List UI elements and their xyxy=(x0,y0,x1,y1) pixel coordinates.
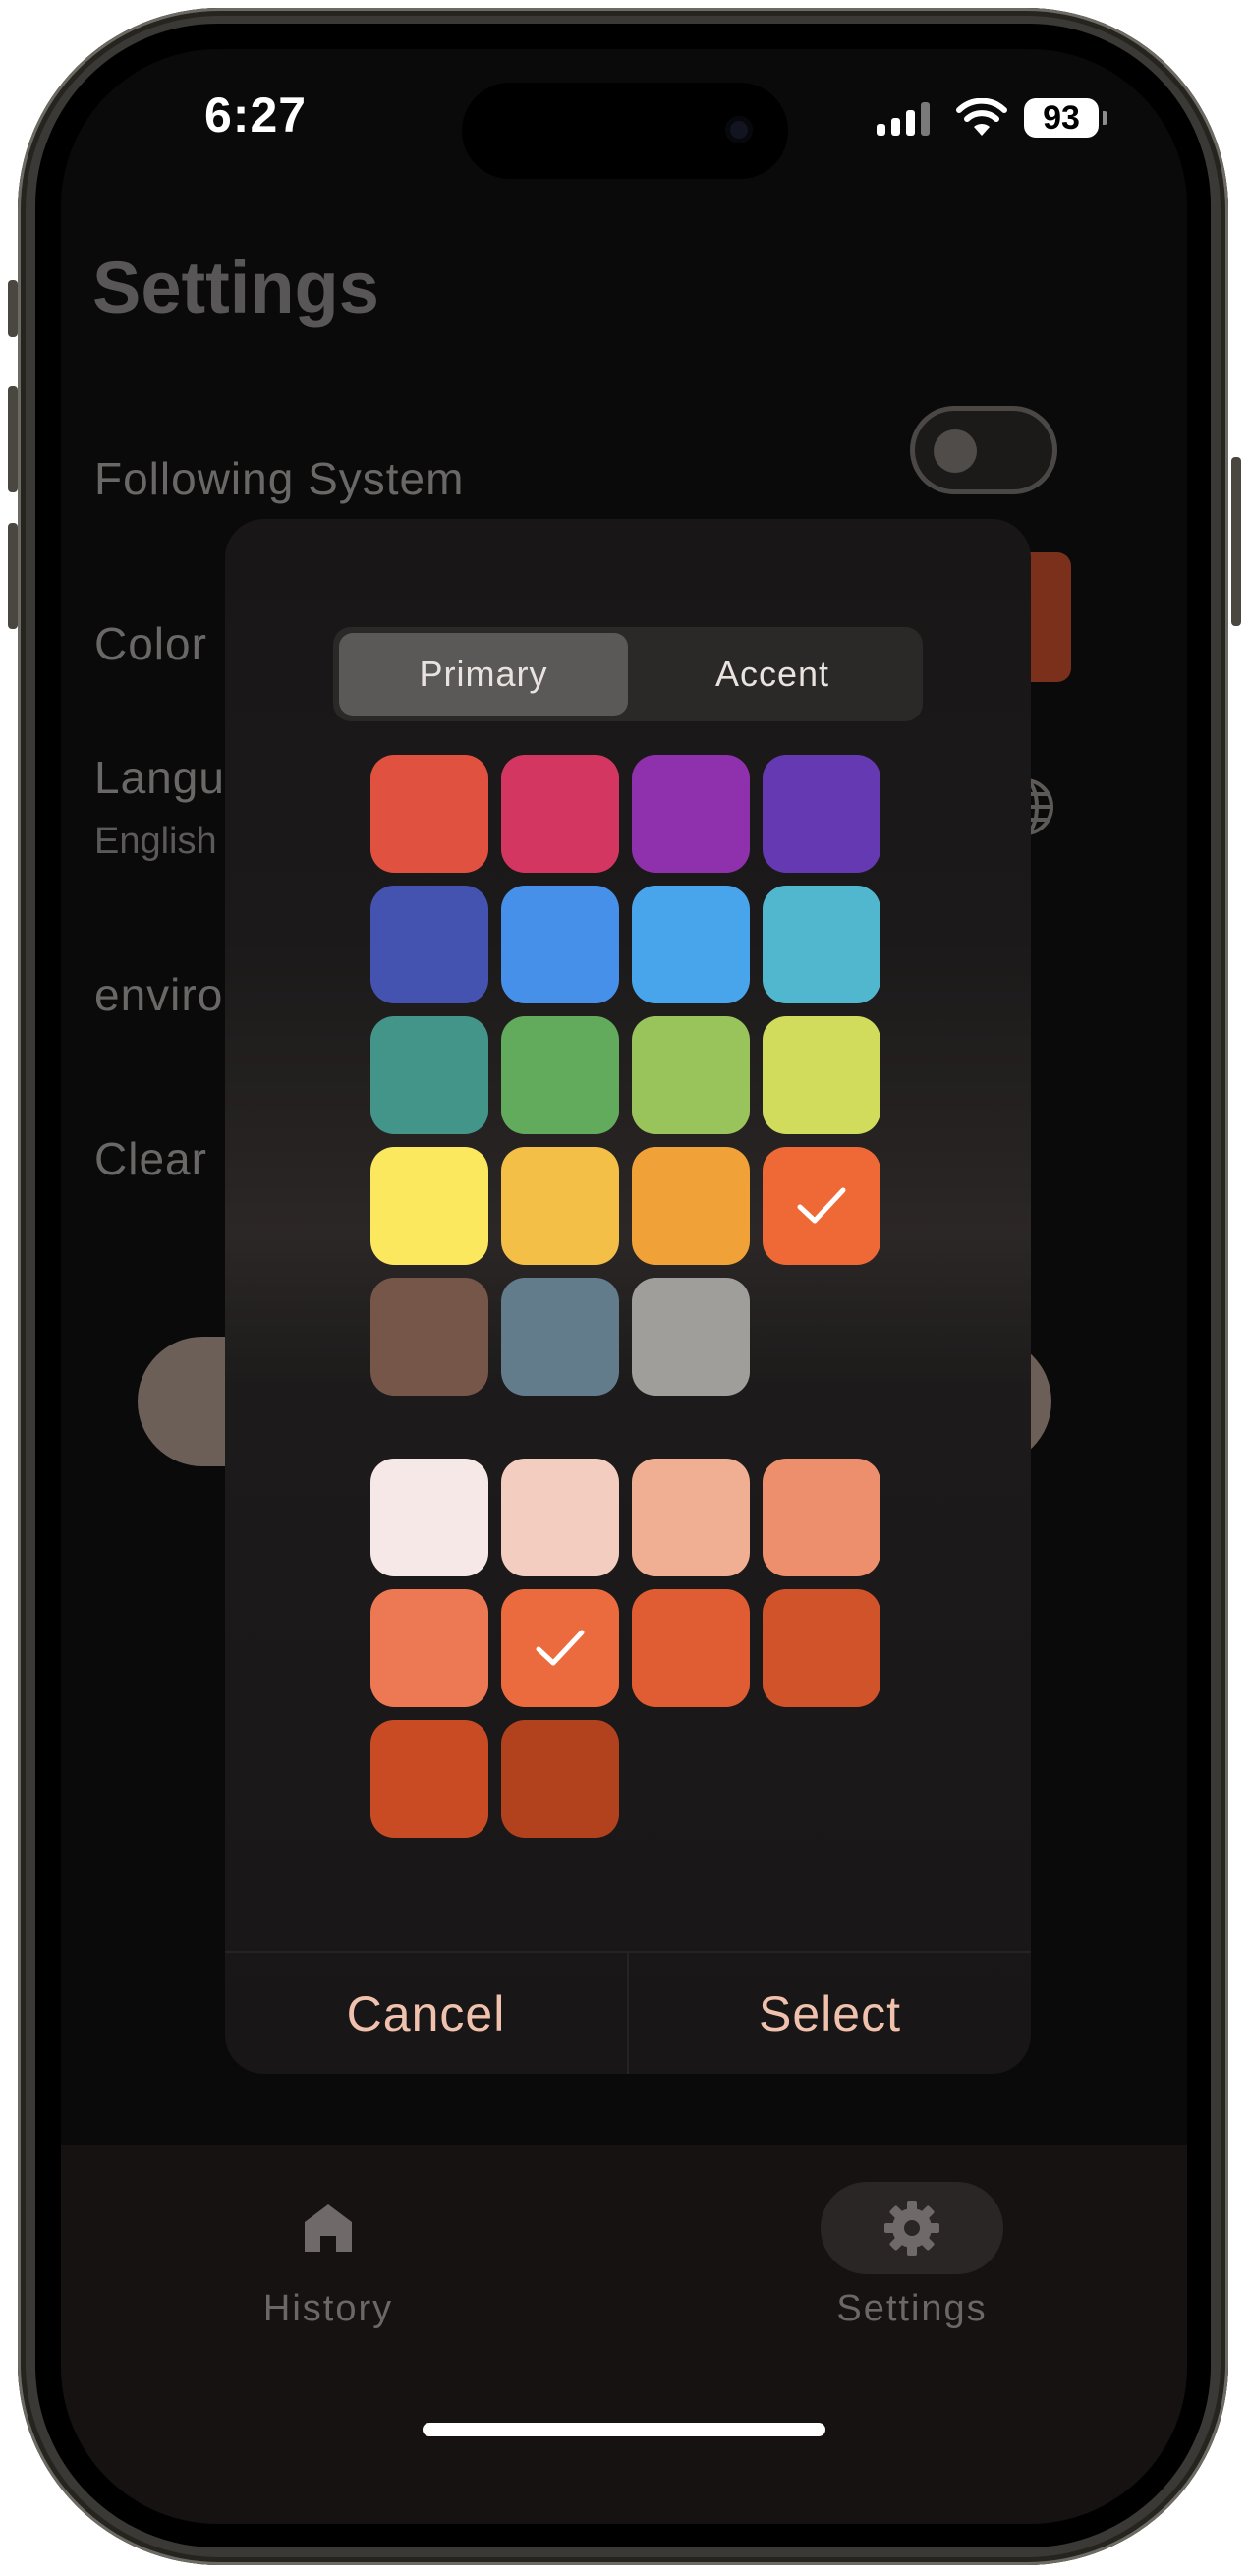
power-button xyxy=(1231,457,1241,626)
accent-color-swatch[interactable] xyxy=(632,1589,750,1707)
action-button xyxy=(8,280,18,337)
bottom-nav: History Settings xyxy=(61,2145,1187,2524)
color-picker-dialog: Primary Accent Cancel Select xyxy=(225,519,1031,2074)
accent-color-grid xyxy=(370,1459,880,1838)
primary-color-swatch[interactable] xyxy=(370,1016,488,1134)
tab-primary[interactable]: Primary xyxy=(339,633,628,716)
checkmark-icon xyxy=(797,1187,846,1224)
primary-color-swatch[interactable] xyxy=(763,1016,880,1134)
page-title: Settings xyxy=(92,247,379,328)
primary-color-swatch[interactable] xyxy=(370,1278,488,1396)
clear-label: Clear xyxy=(94,1133,207,1184)
primary-color-swatch[interactable] xyxy=(370,1147,488,1265)
color-label: Color xyxy=(94,618,207,669)
cellular-signal-icon xyxy=(877,102,930,136)
accent-color-swatch[interactable] xyxy=(632,1459,750,1576)
primary-color-swatch[interactable] xyxy=(501,886,619,1003)
primary-color-swatch[interactable] xyxy=(632,1278,750,1396)
nav-icon-wrap xyxy=(237,2182,420,2274)
language-value: English xyxy=(94,821,217,862)
camera-icon xyxy=(725,116,753,143)
nav-icon-wrap-active xyxy=(821,2182,1003,2274)
primary-color-swatch[interactable] xyxy=(501,1147,619,1265)
dynamic-island xyxy=(462,83,788,179)
primary-color-swatch[interactable] xyxy=(632,1147,750,1265)
moon-icon[interactable] xyxy=(1122,263,1181,322)
nav-label-history: History xyxy=(262,2288,394,2329)
primary-color-swatch[interactable] xyxy=(501,755,619,873)
nav-item-history[interactable]: History xyxy=(200,2182,456,2330)
checkmark-icon xyxy=(536,1630,585,1666)
volume-up-button xyxy=(8,386,18,492)
accent-color-swatch[interactable] xyxy=(370,1459,488,1576)
gear-icon xyxy=(884,2201,939,2256)
following-system-toggle[interactable] xyxy=(910,406,1057,494)
accent-color-swatch[interactable] xyxy=(370,1589,488,1707)
primary-color-swatch[interactable] xyxy=(632,755,750,873)
accent-color-swatch[interactable] xyxy=(501,1589,619,1707)
battery-tip xyxy=(1103,111,1107,125)
color-type-segmented-control: Primary Accent xyxy=(333,627,923,721)
nav-label-settings: Settings xyxy=(836,2288,988,2329)
primary-color-grid xyxy=(370,755,880,1396)
environment-label: enviro xyxy=(94,969,224,1020)
accent-color-swatch[interactable] xyxy=(501,1720,619,1838)
primary-color-swatch[interactable] xyxy=(763,755,880,873)
primary-color-swatch[interactable] xyxy=(370,755,488,873)
primary-color-swatch[interactable] xyxy=(763,1147,880,1265)
primary-color-swatch[interactable] xyxy=(501,1278,619,1396)
cancel-button[interactable]: Cancel xyxy=(225,1953,627,2074)
primary-color-swatch[interactable] xyxy=(632,886,750,1003)
home-icon xyxy=(305,2204,352,2252)
home-indicator[interactable] xyxy=(423,2423,825,2436)
accent-color-swatch[interactable] xyxy=(763,1589,880,1707)
tab-accent[interactable]: Accent xyxy=(628,633,917,716)
volume-down-button xyxy=(8,523,18,629)
screen: Settings Following System Color Langu En… xyxy=(61,49,1187,2524)
following-system-label: Following System xyxy=(94,453,465,504)
accent-color-swatch[interactable] xyxy=(501,1459,619,1576)
accent-color-swatch[interactable] xyxy=(370,1720,488,1838)
primary-color-swatch[interactable] xyxy=(632,1016,750,1134)
accent-color-swatch[interactable] xyxy=(763,1459,880,1576)
language-label: Langu xyxy=(94,752,225,803)
primary-color-swatch[interactable] xyxy=(370,886,488,1003)
wifi-icon xyxy=(956,98,1007,136)
toggle-knob xyxy=(934,429,977,473)
nav-item-settings[interactable]: Settings xyxy=(784,2182,1040,2330)
status-time: 6:27 xyxy=(204,87,308,143)
primary-color-swatch[interactable] xyxy=(501,1016,619,1134)
battery-indicator: 93 xyxy=(1024,98,1099,138)
select-button[interactable]: Select xyxy=(629,1953,1031,2074)
primary-color-swatch[interactable] xyxy=(763,886,880,1003)
